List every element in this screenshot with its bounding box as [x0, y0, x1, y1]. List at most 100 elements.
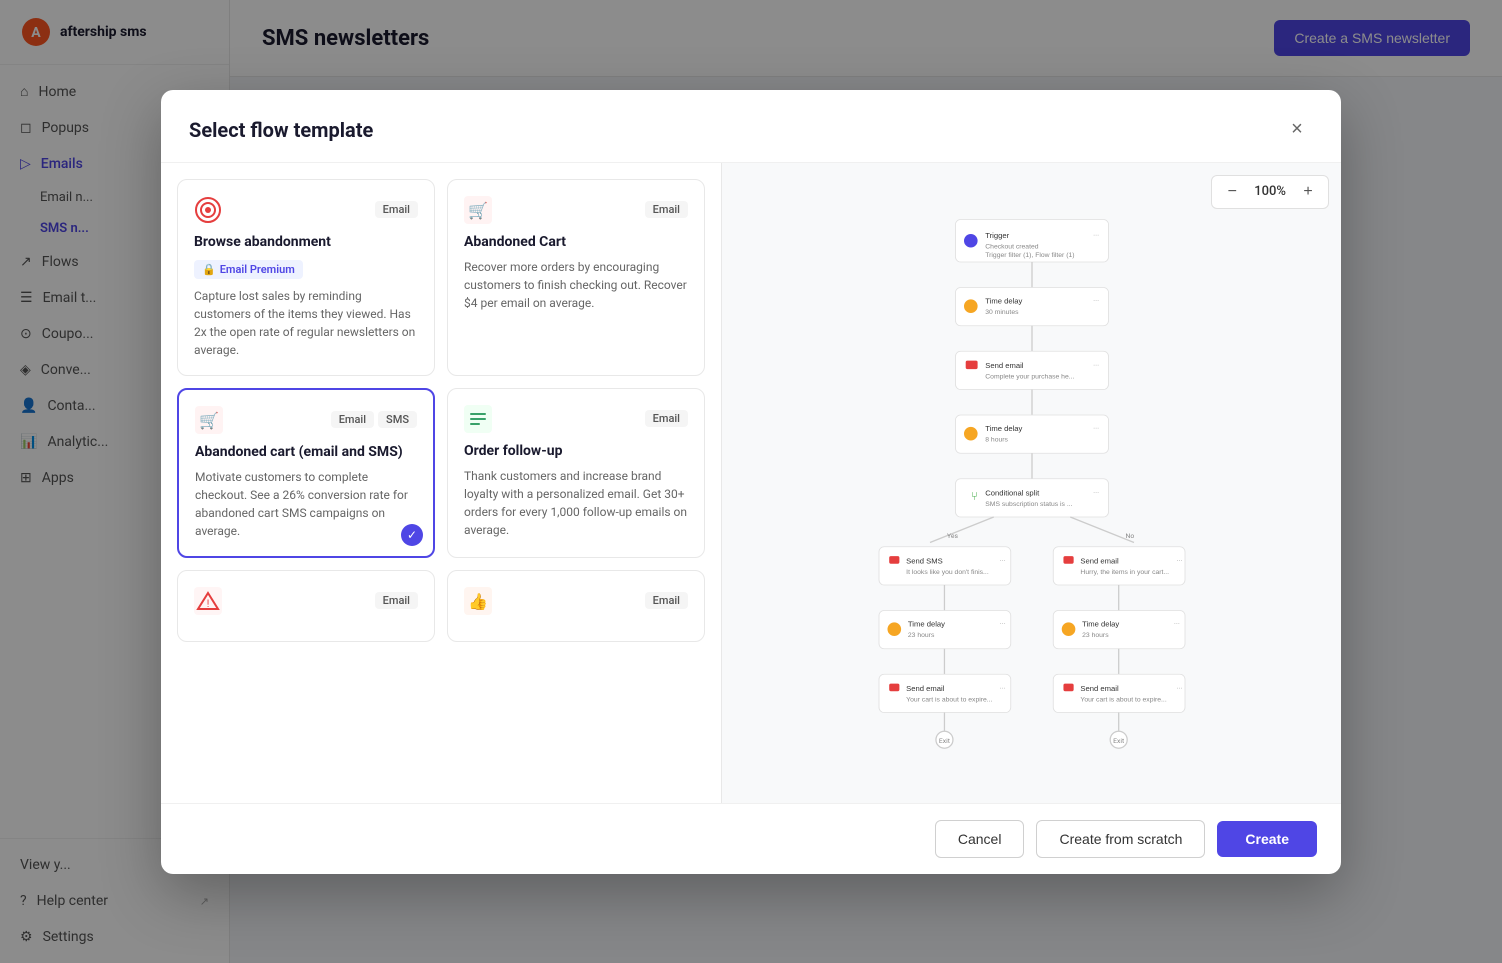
svg-text:Exit: Exit [1113, 737, 1124, 745]
premium-badge: 🔒 Email Premium [194, 260, 303, 279]
svg-text:23 hours: 23 hours [1082, 631, 1109, 638]
svg-text:···: ··· [1093, 296, 1099, 305]
select-template-modal: Select flow template × [161, 90, 1341, 874]
svg-text:23 hours: 23 hours [907, 631, 934, 638]
svg-text:Send email: Send email [1080, 684, 1119, 693]
card-description: Recover more orders by encouraging custo… [464, 258, 688, 312]
svg-text:Your cart is about to expire..: Your cart is about to expire... [1080, 696, 1166, 703]
svg-text:Exit: Exit [938, 737, 949, 745]
svg-text:Send email: Send email [985, 361, 1024, 370]
svg-text:Complete your purchase he...: Complete your purchase he... [985, 373, 1074, 380]
template-card-order-followup[interactable]: Email Order follow-up Thank customers an… [447, 388, 705, 558]
target-icon [194, 196, 222, 224]
template-card-partial-2[interactable]: 👍 Email [447, 570, 705, 642]
preview-panel: − 100% + Trigger Checkout created Trigge… [721, 163, 1341, 803]
card-name: Abandoned cart (email and SMS) [195, 444, 417, 460]
zoom-level: 100% [1248, 184, 1292, 199]
svg-text:⑂: ⑂ [970, 489, 977, 503]
modal-title: Select flow template [189, 118, 373, 142]
badge-sms: SMS [378, 411, 417, 428]
card-name: Abandoned Cart [464, 234, 688, 250]
svg-text:Checkout created: Checkout created [985, 243, 1038, 250]
svg-text:!: ! [207, 599, 210, 610]
badge-email: Email [645, 201, 688, 218]
card-header: 🛒 Email [464, 196, 688, 224]
card-badges: Email [645, 201, 688, 218]
zoom-out-button[interactable]: − [1220, 180, 1244, 204]
svg-text:···: ··· [1093, 424, 1099, 433]
template-card-abandoned-cart-sms[interactable]: 🛒 Email SMS Abandoned cart (email and SM… [177, 388, 435, 558]
svg-text:SMS subscription status is ...: SMS subscription status is ... [985, 500, 1072, 507]
svg-text:👍: 👍 [468, 592, 488, 611]
create-button[interactable]: Create [1217, 821, 1317, 857]
svg-text:Time delay: Time delay [985, 424, 1022, 433]
svg-text:···: ··· [1093, 488, 1099, 497]
card-badges: Email [645, 592, 688, 609]
card-description: Thank customers and increase brand loyal… [464, 467, 688, 539]
lock-icon: 🔒 [202, 263, 216, 276]
card-header: 👍 Email [464, 587, 688, 615]
template-card-abandoned-cart[interactable]: 🛒 Email Abandoned Cart Recover more orde… [447, 179, 705, 376]
svg-text:···: ··· [1176, 684, 1182, 693]
alert-icon: ! [194, 587, 222, 615]
svg-text:···: ··· [1176, 556, 1182, 565]
cart-icon: 🛒 [464, 196, 492, 224]
svg-text:Yes: Yes [947, 532, 958, 540]
svg-text:···: ··· [999, 684, 1005, 693]
svg-text:···: ··· [1173, 619, 1179, 628]
svg-text:Send SMS: Send SMS [906, 556, 943, 565]
thumb-icon: 👍 [464, 587, 492, 615]
svg-text:Trigger filter (1), Flow filte: Trigger filter (1), Flow filter (1) [985, 251, 1074, 258]
card-description: Motivate customers to complete checkout.… [195, 468, 417, 540]
card-header: ! Email [194, 587, 418, 615]
svg-text:No: No [1125, 532, 1134, 540]
svg-text:Send email: Send email [906, 684, 945, 693]
svg-text:🛒: 🛒 [468, 201, 488, 220]
svg-text:···: ··· [1093, 231, 1099, 240]
premium-label: Email Premium [220, 263, 295, 276]
card-name: Order follow-up [464, 443, 688, 459]
svg-text:Time delay: Time delay [1082, 619, 1119, 628]
card-badges: Email SMS [331, 411, 417, 428]
card-badges: Email [645, 410, 688, 427]
svg-text:Trigger: Trigger [985, 231, 1009, 240]
list-icon [464, 405, 492, 433]
svg-text:Your cart is about to expire..: Your cart is about to expire... [906, 696, 992, 703]
svg-text:···: ··· [1093, 361, 1099, 370]
zoom-in-button[interactable]: + [1296, 180, 1320, 204]
card-name: Browse abandonment [194, 234, 418, 250]
selected-checkmark: ✓ [401, 524, 423, 546]
modal-body: Email Browse abandonment 🔒 Email Premium… [161, 163, 1341, 803]
card-header: 🛒 Email SMS [195, 406, 417, 434]
svg-text:Time delay: Time delay [985, 296, 1022, 305]
svg-text:🛒: 🛒 [199, 411, 219, 430]
card-badges: Email [375, 592, 418, 609]
svg-text:30 minutes: 30 minutes [985, 308, 1019, 315]
svg-text:Time delay: Time delay [907, 619, 944, 628]
modal-overlay: Select flow template × [0, 0, 1502, 963]
badge-email: Email [375, 592, 418, 609]
cart-sms-icon: 🛒 [195, 406, 223, 434]
svg-text:···: ··· [999, 556, 1005, 565]
template-card-partial-1[interactable]: ! Email [177, 570, 435, 642]
preview-controls: − 100% + [1211, 175, 1329, 209]
svg-text:Conditional split: Conditional split [985, 488, 1040, 497]
badge-email: Email [645, 410, 688, 427]
flow-diagram: Trigger Checkout created Trigger filter … [722, 163, 1341, 803]
modal-footer: Cancel Create from scratch Create [161, 803, 1341, 874]
card-header: Email [464, 405, 688, 433]
card-header: Email [194, 196, 418, 224]
svg-text:Hurry, the items in your cart.: Hurry, the items in your cart... [1080, 568, 1169, 575]
svg-text:8 hours: 8 hours [985, 436, 1008, 443]
badge-email: Email [375, 201, 418, 218]
svg-text:It looks like you don't finis.: It looks like you don't finis... [906, 568, 989, 575]
modal-close-button[interactable]: × [1281, 114, 1313, 146]
modal-header: Select flow template × [161, 90, 1341, 163]
create-from-scratch-button[interactable]: Create from scratch [1036, 820, 1205, 858]
badge-email: Email [645, 592, 688, 609]
cancel-button[interactable]: Cancel [935, 820, 1025, 858]
svg-text:Send email: Send email [1080, 556, 1119, 565]
template-list: Email Browse abandonment 🔒 Email Premium… [161, 163, 721, 803]
template-card-browse-abandonment[interactable]: Email Browse abandonment 🔒 Email Premium… [177, 179, 435, 376]
flow-diagram-svg: Trigger Checkout created Trigger filter … [828, 211, 1236, 755]
